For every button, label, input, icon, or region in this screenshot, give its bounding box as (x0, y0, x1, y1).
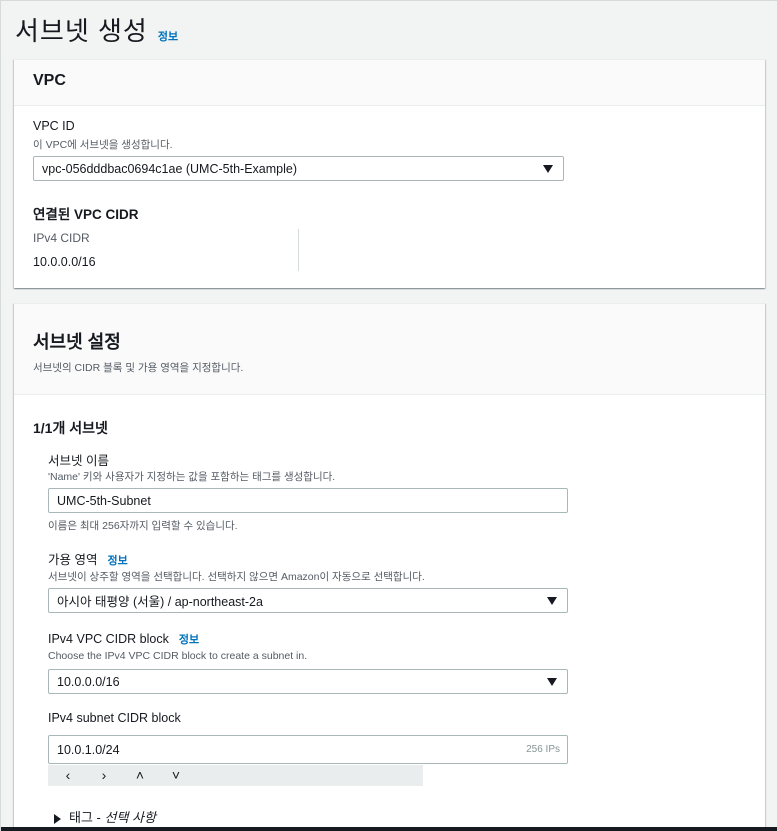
vpc-id-label: VPC ID (33, 119, 75, 133)
increment-right-icon[interactable]: › (96, 765, 112, 786)
subnet-name-hint: 이름은 최대 256자까지 입력할 수 있습니다. (48, 520, 238, 532)
ipv4-cidr-value: 10.0.0.0/16 (33, 255, 96, 269)
vpc-id-select[interactable]: vpc-056dddbac0694c1ae (UMC-5th-Example) (33, 156, 564, 181)
info-link[interactable]: 정보 (158, 28, 178, 44)
subnet-cidr-block-label: IPv4 subnet CIDR block (48, 711, 181, 725)
subnet-card-desc: 서브넷의 CIDR 블록 및 가용 영역을 지정합니다. (33, 362, 244, 374)
az-desc: 서브넷이 상주할 영역을 선택합니다. 선택하지 않으면 Amazon이 자동으… (48, 571, 425, 583)
vpc-id-value: vpc-056dddbac0694c1ae (UMC-5th-Example) (42, 161, 297, 176)
vpc-card-header: VPC (14, 60, 765, 106)
az-info-link[interactable]: 정보 (107, 552, 127, 568)
page-title: 서브넷 생성 (15, 16, 148, 46)
vpc-cidr-block-label-row: IPv4 VPC CIDR block 정보 (48, 631, 199, 647)
subnet-settings-card: 서브넷 설정 서브넷의 CIDR 블록 및 가용 영역을 지정합니다. 1/1개… (14, 303, 765, 831)
decrement-left-icon[interactable]: ‹ (60, 765, 76, 786)
tags-optional-label: 선택 사항 (104, 810, 156, 825)
dropdown-caret-icon (547, 678, 557, 686)
subnet-name-label: 서브넷 이름 (48, 454, 109, 468)
subnet-card-title: 서브넷 설정 (33, 332, 121, 352)
ipv4-cidr-label: IPv4 CIDR (33, 231, 90, 245)
dropdown-caret-icon (547, 597, 557, 605)
vpc-card-title: VPC (33, 72, 66, 89)
subnet-name-desc: 'Name' 키와 사용자가 지정하는 값을 포함하는 태그를 생성합니다. (48, 471, 336, 483)
column-divider (298, 229, 299, 271)
vpc-cidr-block-label: IPv4 VPC CIDR block (48, 632, 169, 646)
vpc-id-desc: 이 VPC에 서브넷을 생성합니다. (33, 139, 173, 151)
subnet-cidr-ip-count: 256 IPs (526, 744, 560, 755)
vpc-cidr-block-select[interactable]: 10.0.0.0/16 (48, 669, 568, 694)
vpc-card: VPC VPC ID 이 VPC에 서브넷을 생성합니다. vpc-056ddd… (14, 59, 765, 288)
subnet-count-label: 1/1개 서브넷 (33, 420, 108, 436)
vpc-cidr-info-link[interactable]: 정보 (179, 631, 199, 647)
dropdown-caret-icon (543, 165, 553, 173)
tags-label: 태그 - (69, 810, 105, 825)
subnet-cidr-block-value: 10.0.1.0/24 (57, 742, 120, 757)
tags-expander[interactable]: 태그 - 선택 사항 (54, 807, 156, 826)
subnet-name-value: UMC-5th-Subnet (57, 493, 151, 508)
bottom-bar (1, 827, 777, 831)
subnet-cidr-block-input[interactable]: 10.0.1.0/24 256 IPs (48, 735, 568, 764)
subnet-card-header: 서브넷 설정 서브넷의 CIDR 블록 및 가용 영역을 지정합니다. (14, 304, 765, 395)
page-header: 서브넷 생성 정보 (15, 11, 178, 48)
cidr-stepper-bar: ‹ › ˄ ˅ (48, 765, 423, 786)
vpc-cidr-block-desc: Choose the IPv4 VPC CIDR block to create… (48, 650, 308, 662)
subnet-name-input[interactable]: UMC-5th-Subnet (48, 488, 568, 513)
increment-up-icon[interactable]: ˄ (132, 765, 148, 786)
decrement-down-icon[interactable]: ˅ (168, 765, 184, 786)
az-label-row: 가용 영역 정보 (48, 549, 128, 568)
az-label: 가용 영역 (48, 553, 98, 567)
caret-right-icon (54, 813, 61, 824)
vpc-cidr-block-value: 10.0.0.0/16 (57, 674, 120, 689)
vpc-cidr-heading: 연결된 VPC CIDR (33, 207, 139, 222)
az-value: 아시아 태평양 (서울) / ap-northeast-2a (57, 595, 263, 609)
az-select[interactable]: 아시아 태평양 (서울) / ap-northeast-2a (48, 588, 568, 613)
